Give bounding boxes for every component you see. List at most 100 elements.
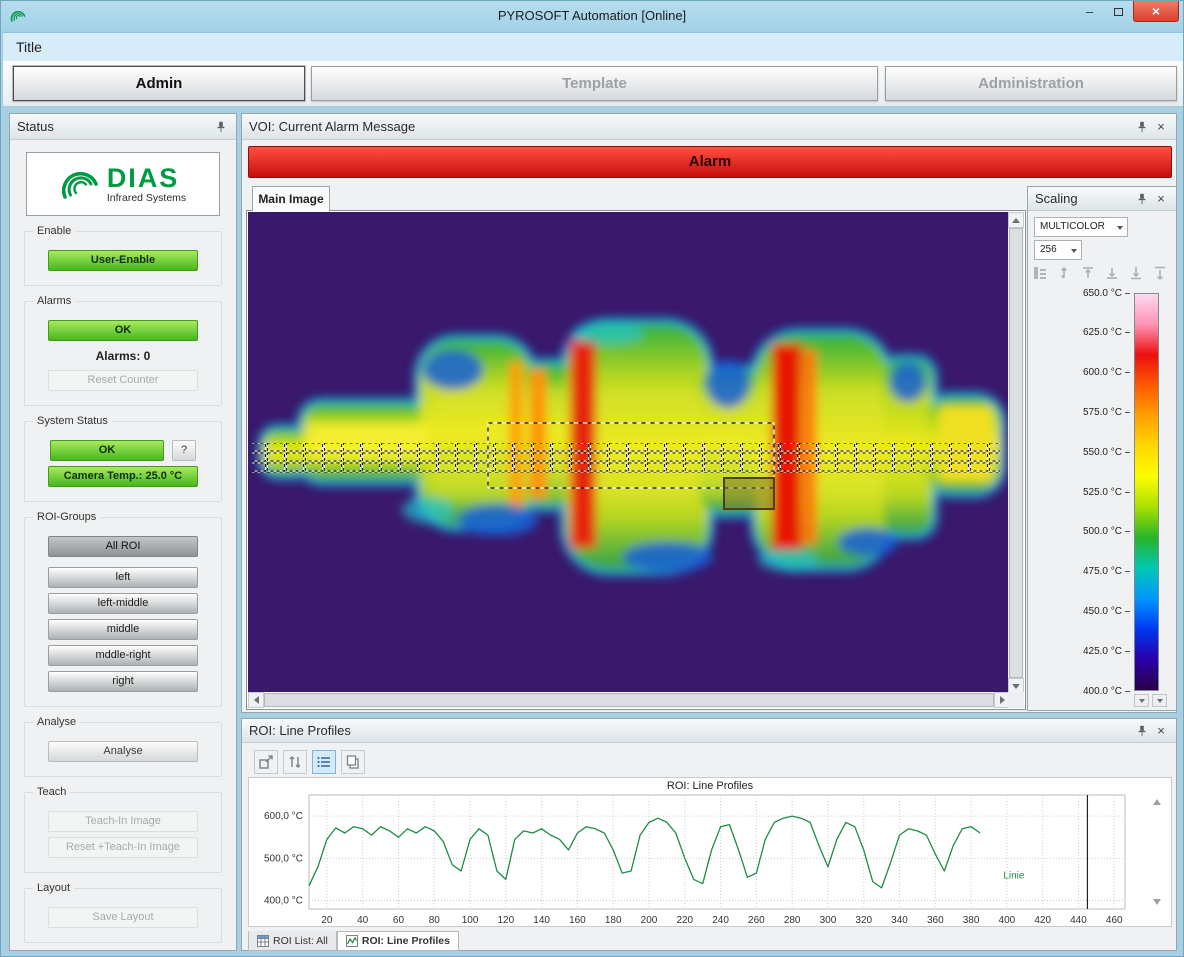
- svg-text:280: 280: [784, 915, 801, 926]
- svg-text:380: 380: [963, 915, 980, 926]
- alarms-group: Alarms OK Alarms: 0 Reset Counter: [24, 301, 222, 406]
- profiles-panel-header: ROI: Line Profiles ×: [242, 719, 1176, 743]
- image-vertical-scrollbar[interactable]: [1008, 212, 1024, 694]
- scrollbar-corner: [1008, 692, 1024, 708]
- svg-text:420: 420: [1034, 915, 1051, 926]
- copy-button[interactable]: [341, 750, 365, 774]
- tab-template[interactable]: Template: [311, 66, 878, 101]
- palette-icon[interactable]: [1032, 265, 1048, 281]
- scroll-left-button[interactable]: [248, 692, 264, 708]
- profiles-tab-bar: ROI List: All ROI: Line Profiles: [248, 931, 459, 951]
- reset-counter-button[interactable]: Reset Counter: [48, 370, 198, 391]
- horizontal-scroll-thumb[interactable]: [264, 693, 994, 707]
- line-profiles-panel: ROI: Line Profiles × ROI: Line Profiles: [241, 718, 1177, 951]
- close-icon: ×: [1157, 120, 1165, 134]
- roi-group-right-button[interactable]: right: [48, 671, 198, 692]
- roi-group-left-button[interactable]: left: [48, 567, 198, 588]
- camera-temp-button[interactable]: Camera Temp.: 25.0 °C: [48, 466, 198, 487]
- dias-logo: DIAS Infrared Systems: [26, 152, 220, 216]
- pin-icon: [1137, 725, 1147, 737]
- close-button[interactable]: ×: [1133, 1, 1179, 22]
- close-panel-button[interactable]: ×: [1153, 191, 1169, 207]
- vertical-scroll-thumb[interactable]: [1009, 228, 1023, 678]
- scale-shift-down2-button[interactable]: [1152, 694, 1167, 707]
- scale-label: 400.0 °C: [1030, 685, 1130, 697]
- min-set-icon[interactable]: [1152, 265, 1168, 281]
- scale-label: 600.0 °C: [1030, 367, 1130, 379]
- svg-text:240: 240: [712, 915, 729, 926]
- svg-text:140: 140: [533, 915, 550, 926]
- chevron-down-icon: [1071, 249, 1077, 253]
- svg-text:20: 20: [321, 915, 333, 926]
- roi-group-left-middle-button[interactable]: left-middle: [48, 593, 198, 614]
- arrow-down-icon: [1157, 699, 1163, 703]
- tab-roi-list[interactable]: ROI List: All: [248, 931, 337, 951]
- enable-group-label: Enable: [33, 225, 75, 237]
- arrow-right-icon: [1000, 696, 1005, 704]
- close-icon: ×: [1157, 724, 1165, 738]
- scaling-panel: Scaling × MULTICOLOR 256 650.0 °C625.0 °…: [1027, 186, 1177, 711]
- close-panel-button[interactable]: ×: [1153, 723, 1169, 739]
- table-icon: [257, 935, 269, 947]
- image-horizontal-scrollbar[interactable]: [248, 692, 1010, 708]
- arrow-down-icon: [1139, 699, 1145, 703]
- tab-admin[interactable]: Admin: [13, 66, 305, 101]
- palette-select-value: MULTICOLOR: [1040, 221, 1105, 232]
- export-image-button[interactable]: [254, 750, 278, 774]
- list-view-button[interactable]: [312, 750, 336, 774]
- sort-button[interactable]: [283, 750, 307, 774]
- minimize-button[interactable]: –: [1075, 1, 1104, 22]
- chart-plot-area[interactable]: 2040608010012014016018020022024026028030…: [249, 778, 1173, 928]
- tab-administration[interactable]: Administration: [885, 66, 1177, 101]
- arrow-down-icon: [1012, 684, 1020, 689]
- reset-teach-in-image-button[interactable]: Reset +Teach-In Image: [48, 837, 198, 858]
- range-down-icon[interactable]: [1104, 265, 1120, 281]
- scroll-up-button[interactable]: [1008, 212, 1024, 228]
- scale-label: 625.0 °C: [1030, 327, 1130, 339]
- palette-select[interactable]: MULTICOLOR: [1034, 217, 1128, 237]
- tab-main-image[interactable]: Main Image: [252, 186, 330, 211]
- analyse-group: Analyse Analyse: [24, 722, 222, 777]
- arrow-left-icon: [254, 696, 259, 704]
- maximize-icon: [1114, 8, 1123, 16]
- line-profile-chart: ROI: Line Profiles 204060801001201401601…: [248, 777, 1172, 927]
- svg-text:60: 60: [393, 915, 405, 926]
- maximize-button[interactable]: [1104, 1, 1133, 22]
- sort-icon: [287, 754, 303, 770]
- alarms-ok-button[interactable]: OK: [48, 320, 198, 341]
- close-icon: ×: [1152, 3, 1160, 19]
- save-layout-button[interactable]: Save Layout: [48, 907, 198, 928]
- tab-line-profiles[interactable]: ROI: Line Profiles: [337, 931, 459, 951]
- svg-text:180: 180: [605, 915, 622, 926]
- thermal-image[interactable]: [248, 212, 1010, 694]
- scale-shift-down-button[interactable]: [1134, 694, 1149, 707]
- close-panel-button[interactable]: ×: [1153, 119, 1169, 135]
- pin-button[interactable]: [1134, 723, 1150, 739]
- svg-text:Linie: Linie: [1003, 871, 1025, 882]
- roi-group-all-button[interactable]: All ROI: [48, 536, 198, 557]
- max-set-icon[interactable]: [1128, 265, 1144, 281]
- auto-range-icon[interactable]: [1056, 265, 1072, 281]
- thermal-image-viewport[interactable]: [246, 210, 1026, 710]
- svg-text:400: 400: [999, 915, 1016, 926]
- svg-text:400,0 °C: 400,0 °C: [264, 896, 303, 907]
- roi-group-middle-right-button[interactable]: mddle-right: [48, 645, 198, 666]
- system-ok-button[interactable]: OK: [50, 440, 164, 461]
- svg-text:120: 120: [497, 915, 514, 926]
- help-button[interactable]: ?: [172, 440, 196, 461]
- teach-in-image-button[interactable]: Teach-In Image: [48, 811, 198, 832]
- svg-text:440: 440: [1070, 915, 1087, 926]
- roi-group-middle-button[interactable]: middle: [48, 619, 198, 640]
- app-window: PYROSOFT Automation [Online] – × Title A…: [0, 0, 1184, 957]
- pin-button[interactable]: [1134, 191, 1150, 207]
- pin-icon: [1137, 193, 1147, 205]
- user-enable-button[interactable]: User-Enable: [48, 250, 198, 271]
- analyse-button[interactable]: Analyse: [48, 741, 198, 762]
- levels-select[interactable]: 256: [1034, 240, 1082, 260]
- pin-button[interactable]: [213, 119, 229, 135]
- status-panel: Status DIAS Infrared Systems Enable User…: [9, 113, 237, 951]
- svg-text:260: 260: [748, 915, 765, 926]
- pin-button[interactable]: [1134, 119, 1150, 135]
- window-title: PYROSOFT Automation [Online]: [1, 1, 1183, 31]
- range-up-icon[interactable]: [1080, 265, 1096, 281]
